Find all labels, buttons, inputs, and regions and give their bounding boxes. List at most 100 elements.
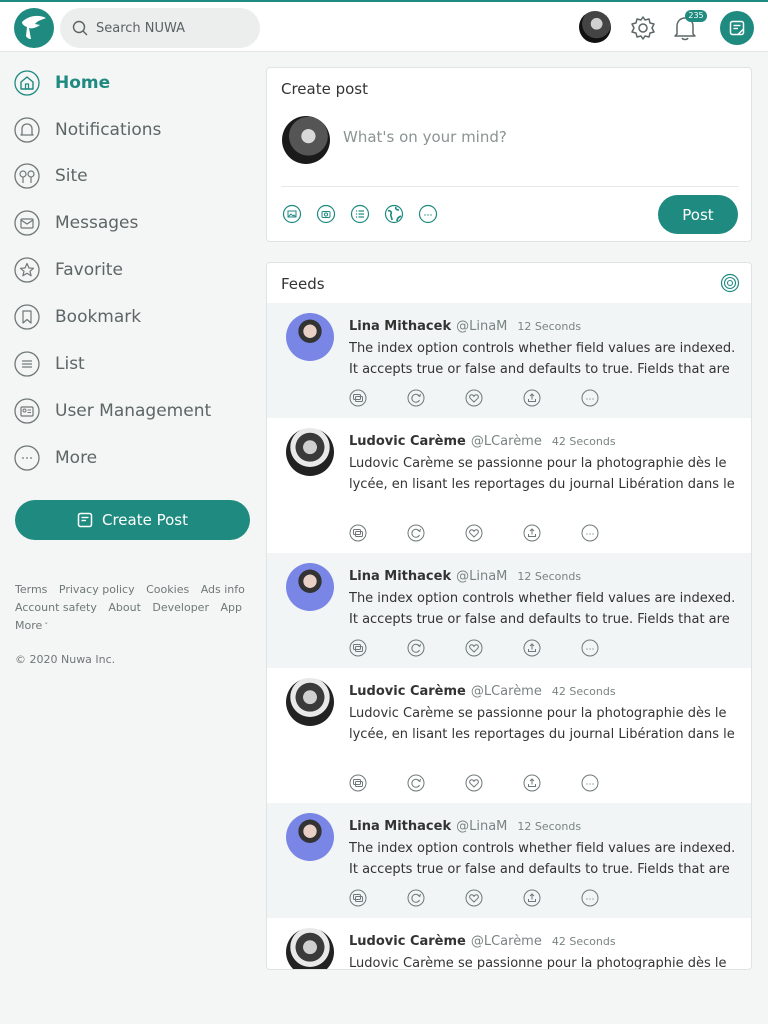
- sidebar-item-more[interactable]: More: [14, 444, 97, 472]
- search-input[interactable]: [96, 8, 252, 48]
- post-author-name[interactable]: Ludovic Carème: [349, 434, 466, 449]
- avatar[interactable]: [286, 678, 334, 726]
- comment-icon[interactable]: [349, 889, 367, 907]
- share-icon[interactable]: [523, 774, 541, 792]
- avatar[interactable]: [286, 428, 334, 476]
- sidebar-item-user-management[interactable]: User Management: [14, 397, 211, 425]
- list-icon: [14, 351, 40, 377]
- feed-post[interactable]: Lina Mithacek @LinaM 12 Seconds The index …: [267, 803, 751, 918]
- share-icon[interactable]: [523, 389, 541, 407]
- like-icon[interactable]: [465, 389, 483, 407]
- post-text: Ludovic Carème se passionne pour la phot…: [349, 956, 727, 970]
- gear-icon[interactable]: [630, 15, 656, 45]
- more-icon[interactable]: [581, 889, 599, 907]
- repost-icon[interactable]: [407, 524, 425, 542]
- post-author-name[interactable]: Lina Mithacek: [349, 569, 451, 584]
- feed-post[interactable]: Lina Mithacek @LinaM 12 Seconds The index …: [267, 553, 751, 668]
- chevron-down-icon: ˇ: [44, 622, 49, 631]
- repost-icon[interactable]: [407, 889, 425, 907]
- sidebar-item-bookmark[interactable]: Bookmark: [14, 303, 141, 331]
- comment-icon[interactable]: [349, 639, 367, 657]
- post-author-handle[interactable]: @LCarème: [471, 934, 542, 949]
- sidebar-item-notifications[interactable]: Notifications: [14, 116, 161, 144]
- post-author-name[interactable]: Ludovic Carème: [349, 934, 466, 949]
- more-icon[interactable]: [581, 774, 599, 792]
- poll-icon[interactable]: [350, 204, 370, 224]
- footer-link-about[interactable]: About: [108, 601, 141, 614]
- create-post-button[interactable]: Create Post: [15, 500, 250, 540]
- globe-icon[interactable]: [384, 204, 404, 224]
- like-icon[interactable]: [465, 774, 483, 792]
- post-author-handle[interactable]: @LinaM: [456, 569, 507, 584]
- post-timestamp: 12 Seconds: [517, 820, 582, 833]
- nuwa-logo-icon[interactable]: [14, 8, 54, 48]
- sidebar-item-label: Favorite: [55, 260, 123, 280]
- repost-icon[interactable]: [407, 774, 425, 792]
- post-timestamp: 42 Seconds: [551, 435, 616, 448]
- sidebar-item-site[interactable]: Site: [14, 162, 88, 190]
- more-icon[interactable]: [581, 524, 599, 542]
- post-text: Ludovic Carème se passionne pour la phot…: [349, 706, 735, 742]
- post-author-handle[interactable]: @LinaM: [456, 319, 507, 334]
- post-timestamp: 12 Seconds: [517, 320, 582, 333]
- more-icon[interactable]: [581, 639, 599, 657]
- feeds-card: Feeds Lina Mithacek @LinaM 12 Seconds The …: [266, 262, 752, 970]
- like-icon[interactable]: [465, 889, 483, 907]
- post-author-handle[interactable]: @LinaM: [456, 819, 507, 834]
- share-icon[interactable]: [523, 639, 541, 657]
- image-icon[interactable]: [282, 204, 302, 224]
- sidebar-item-label: More: [55, 448, 98, 468]
- notification-badge: 235: [685, 10, 707, 22]
- footer-link-privacy[interactable]: Privacy policy: [59, 583, 135, 596]
- star-icon: [14, 257, 40, 283]
- post-timestamp: 12 Seconds: [517, 570, 582, 583]
- sidebar-item-list[interactable]: List: [14, 350, 85, 378]
- repost-icon[interactable]: [407, 639, 425, 657]
- compose-icon: [77, 512, 93, 528]
- compose-icon[interactable]: [720, 11, 754, 45]
- post-author-name[interactable]: Lina Mithacek: [349, 819, 451, 834]
- post-button[interactable]: Post: [658, 195, 738, 234]
- avatar[interactable]: [286, 928, 334, 969]
- feed-post[interactable]: Lina Mithacek @LinaM 12 Seconds The index …: [267, 303, 751, 418]
- post-author-handle[interactable]: @LCarème: [471, 434, 542, 449]
- comment-icon[interactable]: [349, 524, 367, 542]
- post-composer-input[interactable]: [343, 128, 723, 146]
- like-icon[interactable]: [465, 639, 483, 657]
- sidebar-item-favorite[interactable]: Favorite: [14, 256, 123, 284]
- avatar[interactable]: [286, 813, 334, 861]
- camera-icon[interactable]: [316, 204, 336, 224]
- repost-icon[interactable]: [407, 389, 425, 407]
- avatar[interactable]: [286, 313, 334, 361]
- footer-link-developer[interactable]: Developer: [152, 601, 209, 614]
- sidebar-item-label: Site: [55, 166, 88, 186]
- footer-link-app[interactable]: App: [220, 601, 242, 614]
- avatar[interactable]: [286, 563, 334, 611]
- feed-post[interactable]: Ludovic Carème @LCarème 42 Seconds Ludovic…: [267, 918, 751, 970]
- more-icon[interactable]: [418, 204, 438, 224]
- feed-post[interactable]: Ludovic Carème @LCarème 42 Seconds Ludovic…: [267, 668, 751, 803]
- search-bar[interactable]: [60, 8, 260, 48]
- share-icon[interactable]: [523, 889, 541, 907]
- create-post-title: Create post: [281, 80, 369, 98]
- footer-link-more[interactable]: More ˇ: [15, 619, 48, 632]
- sidebar-item-messages[interactable]: Messages: [14, 209, 138, 237]
- feeds-title: Feeds: [281, 275, 325, 293]
- target-settings-icon[interactable]: [720, 273, 740, 297]
- footer-link-terms[interactable]: Terms: [15, 583, 47, 596]
- feed-post[interactable]: Ludovic Carème @LCarème 42 Seconds Ludovic…: [267, 418, 751, 553]
- user-avatar[interactable]: [579, 11, 611, 43]
- comment-icon[interactable]: [349, 774, 367, 792]
- share-icon[interactable]: [523, 524, 541, 542]
- footer-link-account-safety[interactable]: Account safety: [15, 601, 97, 614]
- sidebar-item-label: User Management: [55, 401, 212, 421]
- more-icon[interactable]: [581, 389, 599, 407]
- like-icon[interactable]: [465, 524, 483, 542]
- footer-link-ads-info[interactable]: Ads info: [201, 583, 245, 596]
- post-author-name[interactable]: Lina Mithacek: [349, 319, 451, 334]
- post-author-handle[interactable]: @LCarème: [471, 684, 542, 699]
- post-author-name[interactable]: Ludovic Carème: [349, 684, 466, 699]
- sidebar-item-home[interactable]: Home: [14, 69, 110, 97]
- footer-link-cookies[interactable]: Cookies: [146, 583, 189, 596]
- comment-icon[interactable]: [349, 389, 367, 407]
